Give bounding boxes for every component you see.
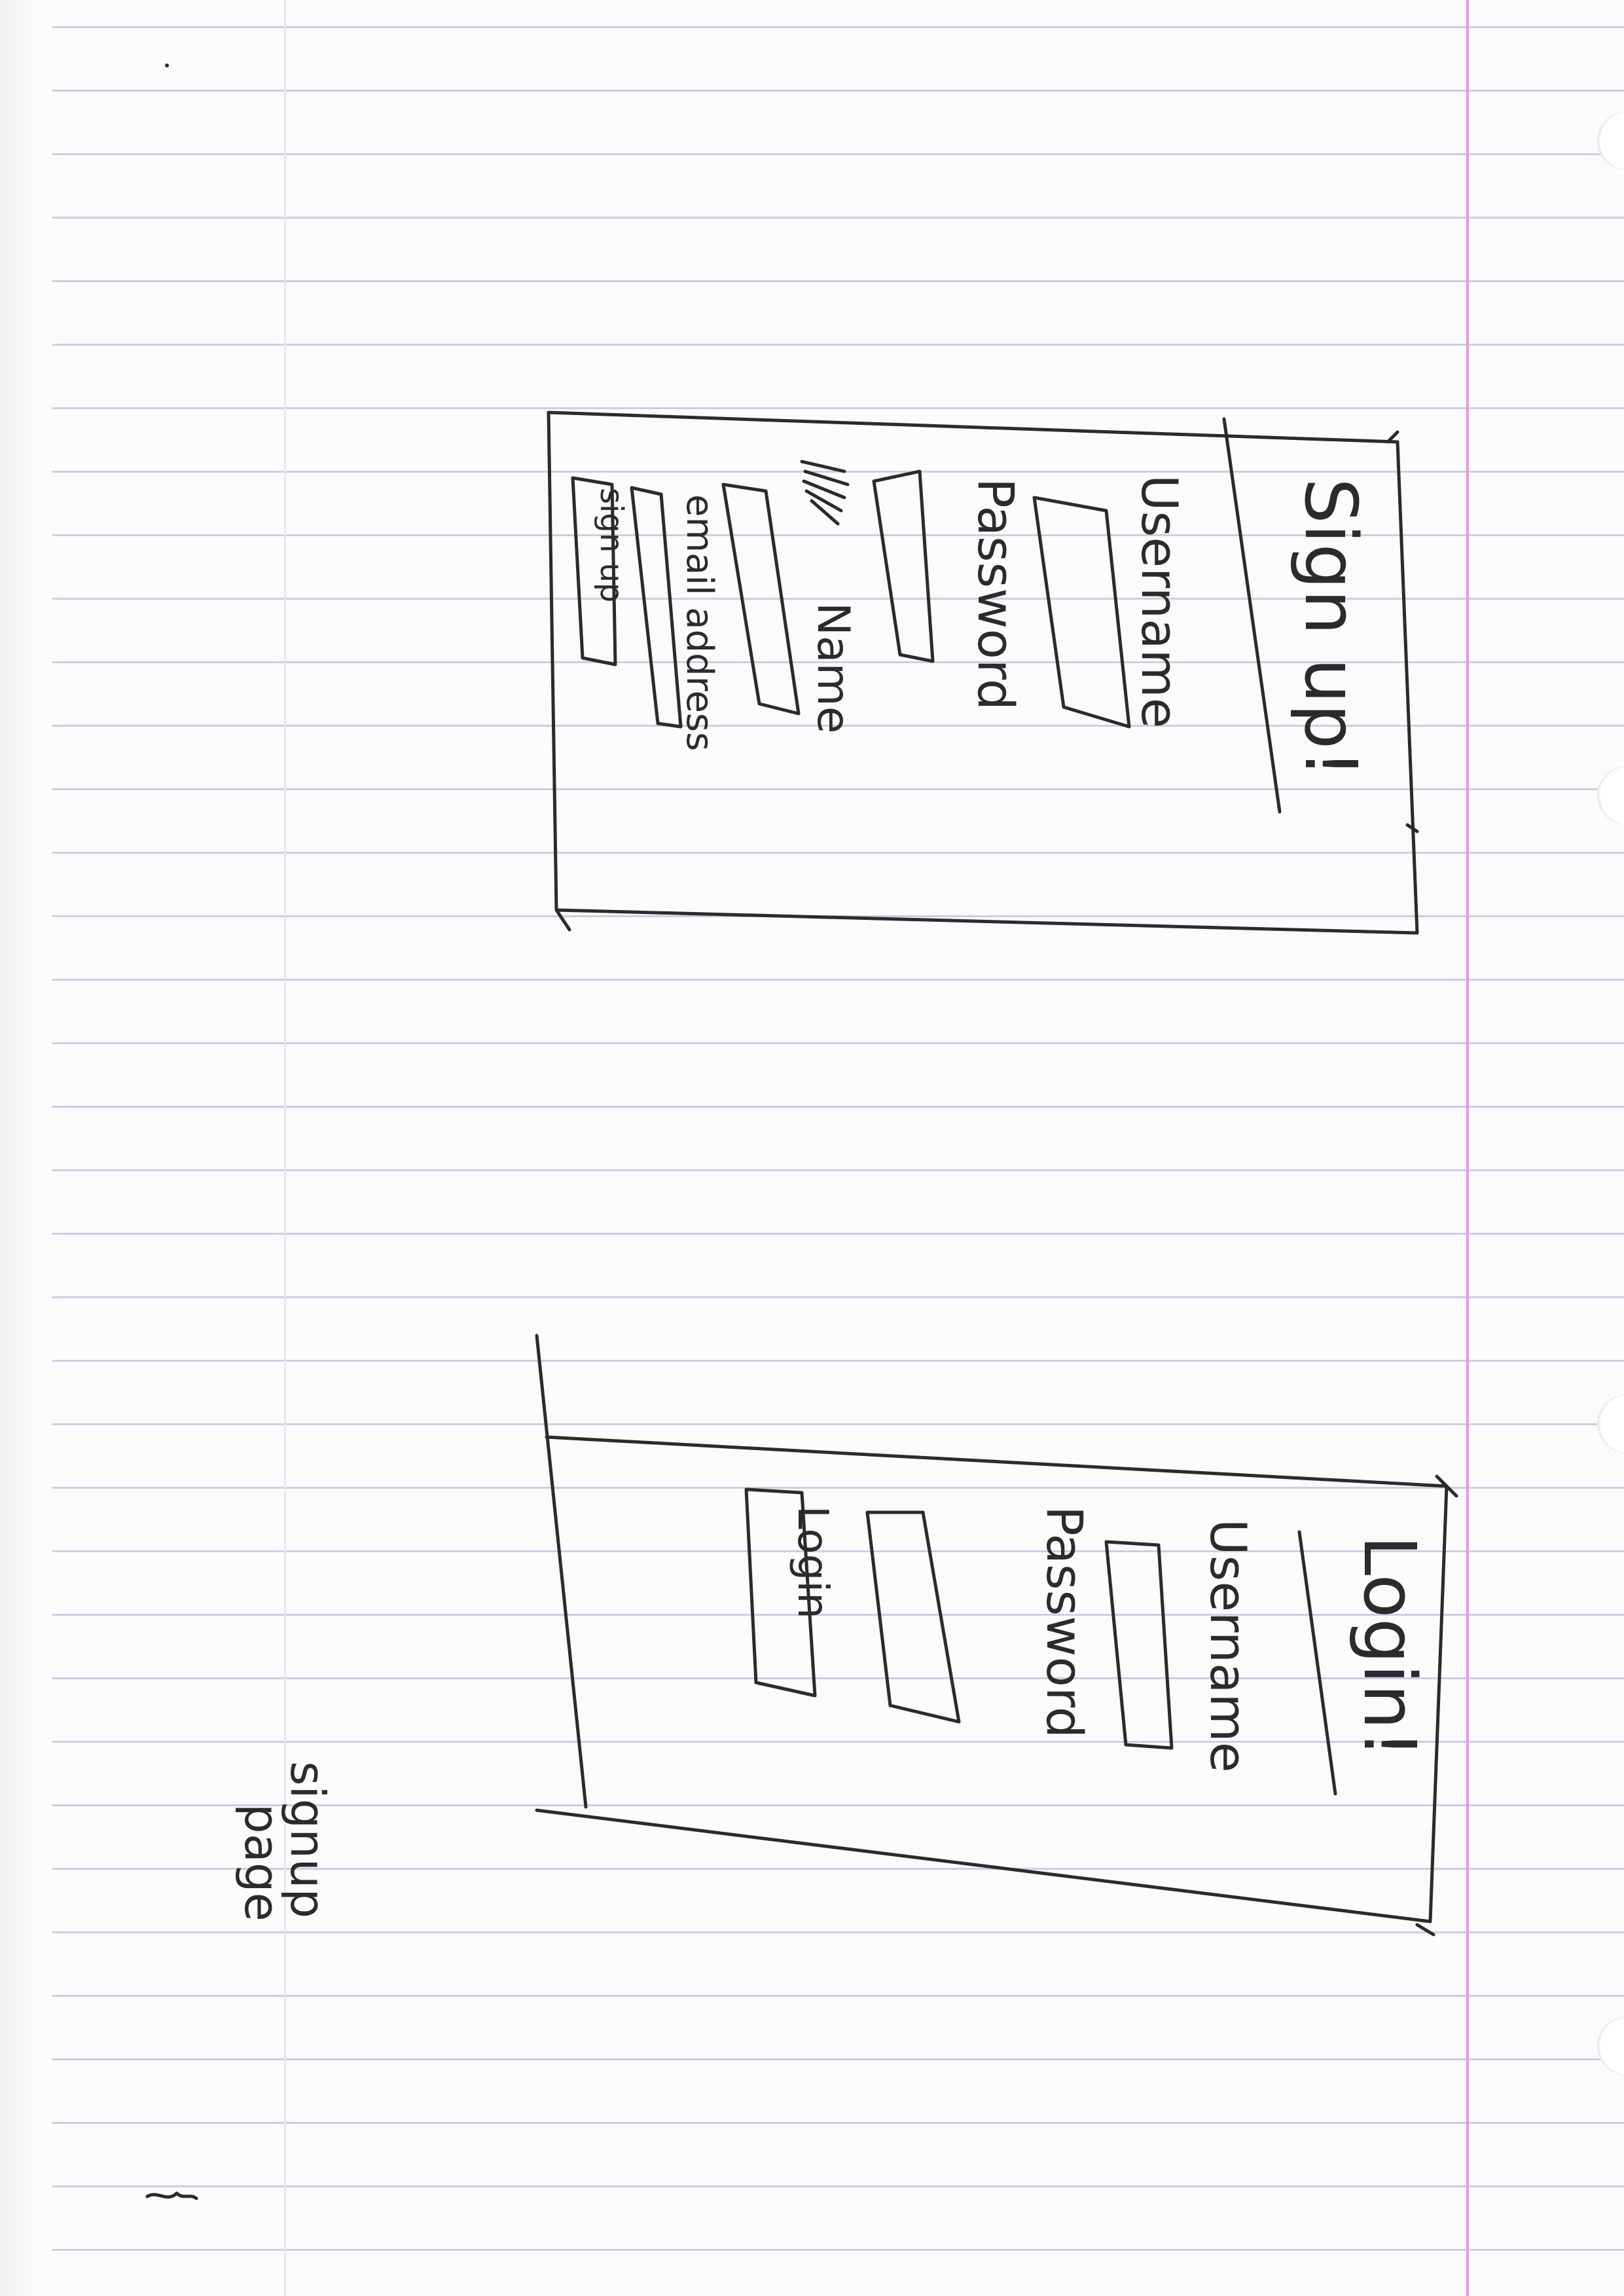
signup-button-label: sign up [593, 488, 630, 602]
login-username-label: Username [1199, 1519, 1257, 1772]
signup-email-label: email address [678, 494, 721, 751]
stray-dot [165, 64, 169, 67]
note-line-2: page [234, 1804, 289, 1922]
notebook-paper: Sign up! Username Password Name email ad… [0, 0, 1624, 2296]
hand-drawn-sketch: Sign up! Username Password Name email ad… [145, 64, 1458, 2200]
login-username-field[interactable] [1104, 1540, 1174, 1750]
login-header-divider [1297, 1530, 1337, 1796]
stray-mark [145, 2191, 198, 2200]
signup-username-label: Username [1130, 475, 1189, 728]
login-title: Login! [1348, 1535, 1432, 1758]
signup-password-field[interactable] [872, 469, 935, 663]
signup-title: Sign up! [1289, 478, 1373, 778]
login-password-label: Password [1036, 1506, 1094, 1738]
login-password-field[interactable] [865, 1510, 961, 1724]
side-note: signup page [234, 1761, 335, 1922]
signup-wireframe: Sign up! Username Password Name email ad… [547, 410, 1419, 935]
login-button-label: Login [788, 1506, 837, 1619]
signup-email-field[interactable] [630, 486, 683, 729]
signup-name-field[interactable] [721, 483, 801, 716]
login-frame [535, 1334, 1449, 1923]
scribbled-out-word [800, 460, 850, 526]
login-wireframe: Login! Username Password Login [535, 1334, 1458, 1937]
signup-username-field[interactable] [1032, 496, 1131, 729]
signup-password-label: Password [967, 478, 1025, 710]
signup-header-divider [1222, 417, 1282, 814]
signup-name-label: Name [807, 602, 859, 734]
